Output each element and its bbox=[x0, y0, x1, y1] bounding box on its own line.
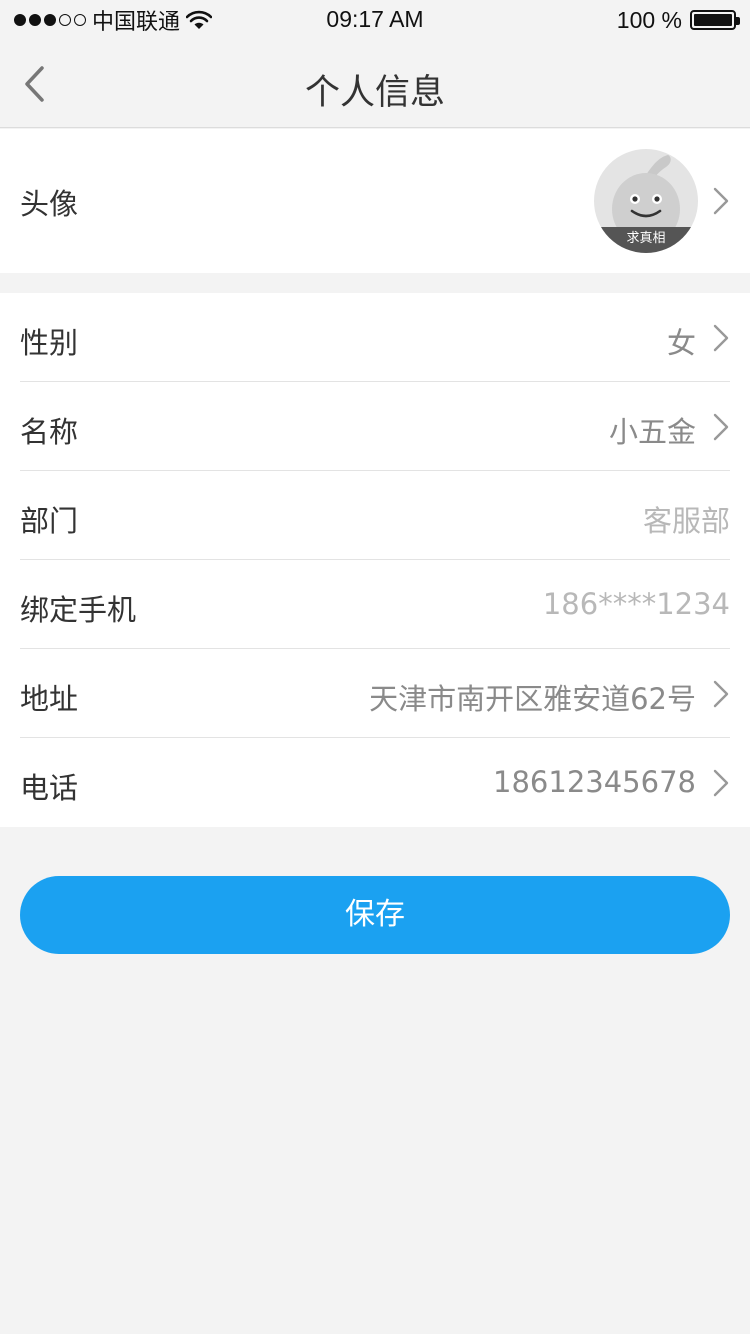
bound-phone-value: 186****1234 bbox=[542, 587, 730, 621]
address-label: 地址 bbox=[20, 682, 79, 716]
avatar-caption: 求真相 bbox=[594, 227, 698, 253]
phone-label: 电话 bbox=[20, 771, 79, 805]
gender-value: 女 bbox=[666, 326, 696, 360]
chevron-right-icon bbox=[713, 769, 729, 797]
chevron-right-icon bbox=[713, 680, 729, 708]
name-value: 小五金 bbox=[608, 415, 696, 449]
status-bar: 中国联通 09:17 AM 100 % bbox=[0, 0, 750, 40]
address-row[interactable]: 地址 天津市南开区雅安道62号 bbox=[0, 649, 750, 738]
bound-phone-label: 绑定手机 bbox=[20, 593, 137, 627]
avatar-row[interactable]: 头像 求真相 bbox=[0, 129, 750, 273]
battery-percent: 100 % bbox=[616, 6, 682, 33]
save-button[interactable]: 保存 bbox=[20, 876, 730, 954]
avatar[interactable]: 求真相 bbox=[594, 149, 698, 253]
name-label: 名称 bbox=[20, 415, 79, 449]
nav-bar: 个人信息 bbox=[0, 40, 750, 128]
gender-label: 性别 bbox=[20, 326, 79, 360]
phone-row[interactable]: 电话 18612345678 bbox=[0, 738, 750, 827]
bound-phone-row: 绑定手机 186****1234 bbox=[0, 560, 750, 649]
department-label: 部门 bbox=[20, 504, 79, 538]
address-value: 天津市南开区雅安道62号 bbox=[369, 682, 696, 716]
info-list: 性别 女 名称 小五金 部门 客服部 绑定手机 186****1234 地址 天… bbox=[0, 293, 750, 827]
battery-icon bbox=[690, 10, 740, 30]
chevron-right-icon bbox=[713, 324, 729, 352]
avatar-label: 头像 bbox=[20, 187, 79, 221]
name-row[interactable]: 名称 小五金 bbox=[0, 382, 750, 471]
chevron-right-icon bbox=[713, 413, 729, 441]
department-row: 部门 客服部 bbox=[0, 471, 750, 560]
status-right: 100 % bbox=[616, 6, 740, 34]
department-value: 客服部 bbox=[642, 504, 730, 538]
phone-value: 18612345678 bbox=[493, 765, 696, 799]
chevron-right-icon bbox=[713, 187, 729, 215]
gender-row[interactable]: 性别 女 bbox=[0, 293, 750, 382]
page-title: 个人信息 bbox=[304, 73, 445, 113]
